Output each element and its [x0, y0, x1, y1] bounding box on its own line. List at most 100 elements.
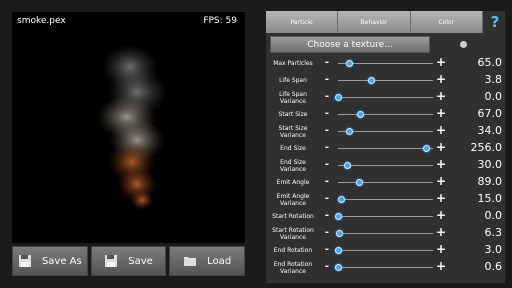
texture-indicator: [460, 41, 467, 48]
slider-row: End Rotation Variance - +0.6: [266, 259, 505, 276]
slider-track[interactable]: [338, 80, 433, 81]
floppy-disk-icon: [105, 255, 118, 267]
help-icon[interactable]: ?: [486, 11, 504, 33]
slider-track[interactable]: [338, 199, 433, 200]
slider-label: Emit Angle Variance: [276, 192, 310, 207]
slider-knob[interactable]: [345, 128, 353, 135]
increment-button[interactable]: +: [436, 89, 446, 103]
slider-knob[interactable]: [357, 111, 365, 118]
slider-knob[interactable]: [334, 94, 342, 101]
increment-button[interactable]: +: [436, 174, 446, 188]
slider-knob[interactable]: [334, 213, 342, 220]
slider-knob[interactable]: [345, 60, 353, 67]
tab-color[interactable]: Color: [410, 11, 483, 33]
slider-label: Start Size: [278, 111, 308, 118]
slider-knob[interactable]: [367, 77, 375, 84]
increment-button[interactable]: +: [436, 72, 446, 86]
slider-value: 0.0: [484, 209, 503, 222]
slider-track[interactable]: [338, 182, 433, 183]
slider-track[interactable]: [338, 114, 433, 115]
slider-row: Start Size Variance - +34.0: [266, 123, 505, 140]
slider-knob[interactable]: [338, 196, 346, 203]
slider-row: Emit Angle Variance - +15.0: [266, 191, 505, 208]
folder-icon: [184, 257, 197, 266]
slider-row: Max Particles - +65.0: [266, 55, 505, 72]
save-as-label: Save As: [41, 255, 82, 267]
load-label: Load: [207, 255, 232, 267]
slider-label: End Rotation Variance: [273, 260, 313, 275]
slider-value: 30.0: [477, 158, 503, 171]
decrement-button[interactable]: -: [323, 74, 331, 85]
save-as-button[interactable]: Save As: [12, 246, 88, 276]
slider-label: Life Span: [279, 77, 307, 84]
slider-track[interactable]: [338, 233, 433, 234]
increment-button[interactable]: +: [436, 208, 446, 222]
slider-track[interactable]: [338, 97, 433, 98]
slider-label: End Size Variance: [280, 158, 306, 173]
slider-label: End Rotation: [273, 247, 313, 254]
slider-row: End Size - +256.0: [266, 140, 505, 157]
slider-track[interactable]: [338, 165, 433, 166]
slider-label: Start Rotation Variance: [272, 226, 314, 241]
slider-track[interactable]: [338, 267, 433, 268]
slider-label: Start Size Variance: [278, 124, 308, 139]
slider-row: Start Rotation - +0.0: [266, 208, 505, 225]
choose-texture-button[interactable]: Choose a texture...: [270, 36, 430, 53]
increment-button[interactable]: +: [436, 191, 446, 205]
slider-value: 256.0: [470, 141, 503, 154]
file-button-bar: Save As Save Load: [12, 246, 246, 276]
tab-particle[interactable]: Particle: [266, 11, 339, 33]
increment-button[interactable]: +: [436, 123, 446, 137]
slider-knob[interactable]: [334, 264, 342, 271]
slider-knob[interactable]: [422, 145, 430, 152]
slider-label: End Size: [280, 145, 306, 152]
save-button[interactable]: Save: [90, 246, 167, 276]
slider-track[interactable]: [338, 250, 433, 251]
save-label: Save: [128, 255, 153, 267]
slider-knob[interactable]: [356, 179, 364, 186]
preview-filename: smoke.pex: [17, 16, 66, 26]
increment-button[interactable]: +: [436, 140, 446, 154]
decrement-button[interactable]: -: [323, 193, 331, 204]
slider-value: 3.0: [484, 243, 503, 256]
decrement-button[interactable]: -: [323, 91, 331, 102]
increment-button[interactable]: +: [436, 242, 446, 256]
increment-button[interactable]: +: [436, 106, 446, 120]
slider-knob[interactable]: [344, 162, 351, 169]
decrement-button[interactable]: -: [323, 261, 331, 272]
decrement-button[interactable]: -: [323, 142, 331, 153]
slider-row: End Size Variance - +30.0: [266, 157, 505, 174]
slider-row: Life Span Variance - +0.0: [266, 89, 505, 106]
decrement-button[interactable]: -: [323, 57, 331, 68]
slider-value: 15.0: [477, 192, 503, 205]
particle-preview[interactable]: smoke.pex FPS: 59: [12, 12, 245, 243]
slider-row: End Rotation - +3.0: [266, 242, 505, 259]
increment-button[interactable]: +: [436, 55, 446, 69]
increment-button[interactable]: +: [436, 259, 446, 273]
increment-button[interactable]: +: [436, 157, 446, 171]
decrement-button[interactable]: -: [323, 159, 331, 170]
slider-label: Emit Angle: [276, 179, 310, 186]
decrement-button[interactable]: -: [323, 108, 331, 119]
decrement-button[interactable]: -: [323, 244, 331, 255]
slider-track[interactable]: [338, 216, 433, 217]
slider-row: Start Rotation Variance - +6.3: [266, 225, 505, 242]
slider-label: Life Span Variance: [279, 90, 307, 105]
slider-row: Start Size - +67.0: [266, 106, 505, 123]
slider-value: 3.8: [484, 73, 503, 86]
slider-value: 0.0: [484, 90, 503, 103]
slider-track[interactable]: [338, 148, 433, 149]
load-button[interactable]: Load: [169, 246, 246, 276]
slider-knob[interactable]: [336, 230, 344, 237]
decrement-button[interactable]: -: [323, 210, 331, 221]
slider-list: Max Particles - +65.0 Life Span - +3.8 Life Sp…: [266, 55, 505, 276]
smoke-particle-render: [97, 45, 167, 210]
tab-behavior[interactable]: Behavior: [338, 11, 411, 33]
increment-button[interactable]: +: [436, 225, 446, 239]
decrement-button[interactable]: -: [323, 125, 331, 136]
slider-value: 89.0: [477, 175, 503, 188]
slider-value: 67.0: [477, 107, 503, 120]
decrement-button[interactable]: -: [323, 227, 331, 238]
slider-knob[interactable]: [335, 247, 343, 254]
decrement-button[interactable]: -: [323, 176, 331, 187]
